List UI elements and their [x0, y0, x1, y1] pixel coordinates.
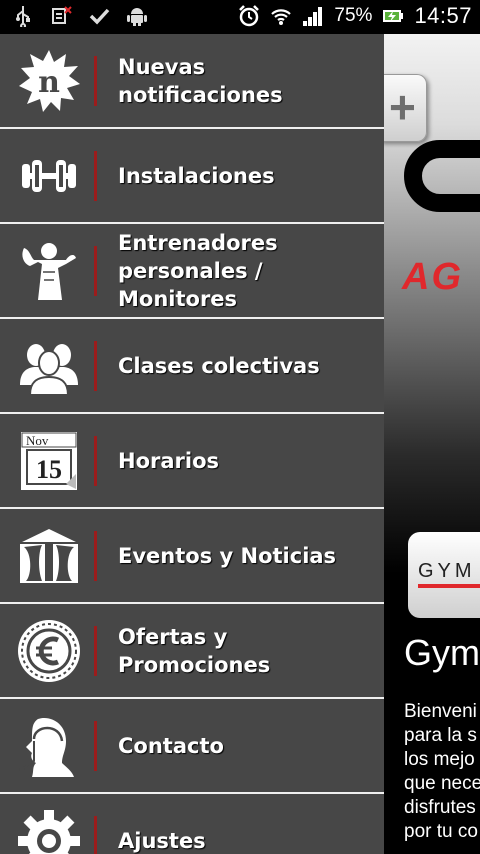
- menu-label: Instalaciones: [118, 163, 275, 188]
- menu-item-offers[interactable]: Ofertas y Promociones: [0, 604, 384, 699]
- menu-label: Entrenadores personales / Monitores: [118, 230, 278, 311]
- gym-thumbnail[interactable]: GYM: [408, 532, 480, 618]
- group-people-icon: [20, 344, 78, 396]
- menu-item-notifications[interactable]: n Nuevas notificaciones: [0, 34, 384, 129]
- plus-icon: +: [389, 81, 416, 133]
- wifi-icon: [271, 9, 292, 25]
- welcome-text: Bienveni para la s los mejo que nece dis…: [404, 701, 480, 842]
- menu-separator: [94, 246, 97, 296]
- menu-label: Clases colectivas: [118, 353, 320, 378]
- home-page: AG GYM Gym Bienveni para la s los mejo q…: [384, 34, 480, 854]
- menu-separator: [94, 721, 97, 771]
- menu-item-schedule[interactable]: Nov 15 Horarios: [0, 414, 384, 509]
- status-bar-left: [12, 5, 148, 27]
- page-title: Gym: [404, 632, 480, 673]
- gear-icon: [18, 810, 80, 854]
- bodybuilder-icon: [22, 243, 76, 300]
- menu-separator: [94, 56, 97, 106]
- android-icon: [127, 8, 147, 26]
- menu-label: Horarios: [118, 448, 220, 473]
- menu-label: Ofertas y Promociones: [118, 624, 271, 677]
- sim-icon: [52, 6, 72, 24]
- add-button[interactable]: +: [380, 74, 427, 142]
- navigation-drawer: n Nuevas notificaciones Instalaciones En…: [0, 34, 384, 854]
- menu-item-facilities[interactable]: Instalaciones: [0, 129, 384, 224]
- check-icon: [89, 8, 110, 25]
- battery-charging-icon: [383, 10, 404, 22]
- calendar-month: Nov: [26, 433, 49, 448]
- menu-item-group-classes[interactable]: Clases colectivas: [0, 319, 384, 414]
- menu-separator: [94, 531, 97, 581]
- calendar-day: 15: [36, 455, 62, 484]
- signal-icon: [303, 7, 323, 26]
- menu-item-events-news[interactable]: Eventos y Noticias: [0, 509, 384, 604]
- menu-separator: [94, 436, 97, 486]
- notification-badge-icon: n: [19, 50, 80, 112]
- menu-label: Nuevas notificaciones: [118, 54, 283, 107]
- thumbnail-text: GYM: [418, 560, 476, 582]
- brand-logo-red-text: AG: [402, 256, 463, 298]
- usb-icon: [16, 6, 30, 27]
- menu-separator: [94, 341, 97, 391]
- menu-label: Eventos y Noticias: [118, 543, 337, 568]
- thumbnail-red-line: [418, 584, 480, 588]
- alarm-icon: [239, 5, 260, 27]
- dumbbell-icon: [22, 160, 76, 192]
- tent-icon: [20, 529, 78, 583]
- menu-item-trainers[interactable]: Entrenadores personales / Monitores: [0, 224, 384, 319]
- status-bar: 75% 14:57: [0, 0, 480, 34]
- badge-letter: n: [38, 65, 60, 100]
- menu-item-settings[interactable]: Ajustes: [0, 794, 384, 854]
- menu-label: Contacto: [118, 733, 224, 758]
- menu-separator: [94, 816, 97, 854]
- calendar-icon: Nov 15: [21, 432, 77, 490]
- menu-item-contact[interactable]: Contacto: [0, 699, 384, 794]
- status-bar-right: 75% 14:57: [238, 3, 472, 29]
- menu-separator: [94, 626, 97, 676]
- clock: 14:57: [414, 3, 472, 28]
- brand-logo-shape: [404, 140, 480, 212]
- menu-label: Ajustes: [118, 828, 206, 853]
- euro-coin-icon: [18, 620, 80, 682]
- headset-person-icon: [19, 717, 74, 777]
- battery-percent: 75%: [334, 5, 373, 26]
- menu-separator: [94, 151, 97, 201]
